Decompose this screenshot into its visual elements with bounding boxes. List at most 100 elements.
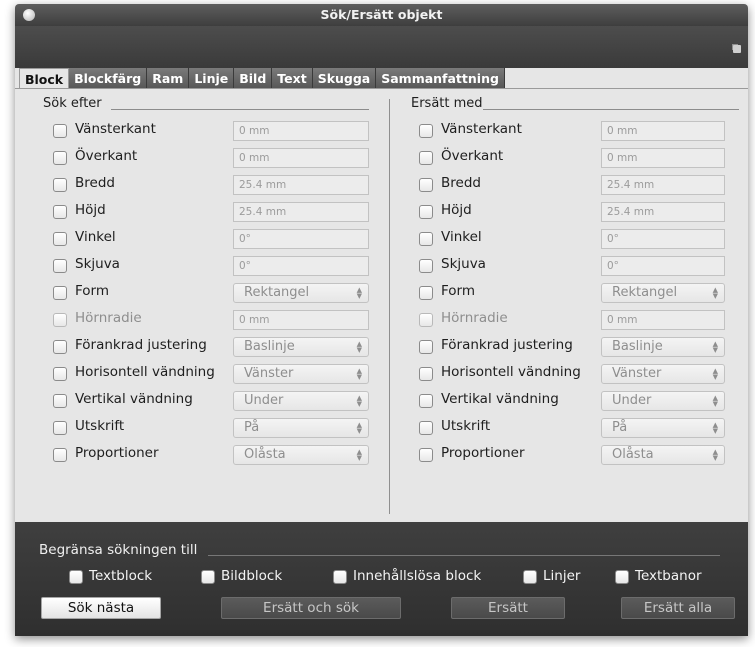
row-label: Vänsterkant xyxy=(441,121,522,137)
replace-field-skjuva[interactable]: 0° xyxy=(601,256,725,276)
tab-bild[interactable]: Bild xyxy=(234,68,273,89)
search-select-form[interactable]: Rektangel ▲ ▼ xyxy=(233,283,369,303)
row-label: Utskrift xyxy=(441,418,491,434)
replace-select-utskrift[interactable]: På ▲ ▼ xyxy=(601,418,725,438)
search-select-forankrad-justering[interactable]: Baslinje ▲ ▼ xyxy=(233,337,369,357)
select-value: Olåsta xyxy=(612,447,654,462)
tab-skugga[interactable]: Skugga xyxy=(312,68,377,89)
replace-checkbox-utskrift[interactable] xyxy=(419,421,433,435)
row-label: Överkant xyxy=(441,148,504,164)
search-checkbox-forankrad-justering[interactable] xyxy=(53,340,67,354)
select-value: Vänster xyxy=(612,366,662,381)
replace-checkbox-vinkel[interactable] xyxy=(419,232,433,246)
search-checkbox-utskrift[interactable] xyxy=(53,421,67,435)
tab-linje[interactable]: Linje xyxy=(189,68,235,89)
replace-field-vansterkant[interactable]: 0 mm xyxy=(601,121,725,141)
row-label: Proportioner xyxy=(75,445,159,461)
search-field-vansterkant[interactable]: 0 mm xyxy=(233,121,369,141)
replace-select-vertikal-vandning[interactable]: Under ▲ ▼ xyxy=(601,391,725,411)
replace-select-horisontell-vandning[interactable]: Vänster ▲ ▼ xyxy=(601,364,725,384)
replace-field-vinkel[interactable]: 0° xyxy=(601,229,725,249)
search-checkbox-bredd[interactable] xyxy=(53,178,67,192)
select-value: Baslinje xyxy=(244,339,295,354)
search-field-bredd[interactable]: 25.4 mm xyxy=(233,175,369,195)
replace-select-proportioner[interactable]: Olåsta ▲ ▼ xyxy=(601,445,725,465)
replace-checkbox-vansterkant[interactable] xyxy=(419,124,433,138)
replace-field-hojd[interactable]: 25.4 mm xyxy=(601,202,725,222)
replace-group-title: Ersätt med xyxy=(411,96,483,111)
limit-checkbox-innehallslosa-block[interactable] xyxy=(333,570,347,584)
search-checkbox-skjuva[interactable] xyxy=(53,259,67,273)
select-value: På xyxy=(244,420,260,435)
search-field-skjuva[interactable]: 0° xyxy=(233,256,369,276)
replace-select-form[interactable]: Rektangel ▲ ▼ xyxy=(601,283,725,303)
tab-text[interactable]: Text xyxy=(272,68,313,89)
row-label: Vinkel xyxy=(75,229,116,245)
select-value: Rektangel xyxy=(612,285,678,300)
tab-bar: Block Blockfärg Ram Linje Bild Text Skug… xyxy=(19,68,505,89)
tab-sammanfattning[interactable]: Sammanfattning xyxy=(376,68,505,89)
search-field-overkant[interactable]: 0 mm xyxy=(233,148,369,168)
replace-checkbox-overkant[interactable] xyxy=(419,151,433,165)
row-label: Höjd xyxy=(75,202,106,218)
replace-field-bredd[interactable]: 25.4 mm xyxy=(601,175,725,195)
replace-select-forankrad-justering[interactable]: Baslinje ▲ ▼ xyxy=(601,337,725,357)
limit-checkbox-bildblock[interactable] xyxy=(201,570,215,584)
row-label: Höjd xyxy=(441,202,472,218)
tab-ram[interactable]: Ram xyxy=(147,68,190,89)
replace-checkbox-proportioner[interactable] xyxy=(419,448,433,462)
limit-checkbox-linjer[interactable] xyxy=(523,570,537,584)
replace-checkbox-hojd[interactable] xyxy=(419,205,433,219)
replace-and-find-button[interactable]: Ersätt och sök xyxy=(221,597,401,619)
tab-block[interactable]: Block xyxy=(19,68,70,89)
limit-checkbox-textbanor[interactable] xyxy=(615,570,629,584)
tab-blockfarg[interactable]: Blockfärg xyxy=(69,68,148,89)
replace-checkbox-hornradie xyxy=(419,313,433,327)
limit-label: Textblock xyxy=(89,568,153,584)
search-checkbox-hornradie xyxy=(53,313,67,327)
limit-checkbox-textblock[interactable] xyxy=(69,570,83,584)
search-checkbox-vinkel[interactable] xyxy=(53,232,67,246)
limit-label: Innehållslösa block xyxy=(353,568,482,584)
replace-checkbox-horisontell-vandning[interactable] xyxy=(419,367,433,381)
replace-all-button[interactable]: Ersätt alla xyxy=(621,597,735,619)
replace-checkbox-vertikal-vandning[interactable] xyxy=(419,394,433,408)
search-checkbox-proportioner[interactable] xyxy=(53,448,67,462)
replace-checkbox-bredd[interactable] xyxy=(419,178,433,192)
search-select-horisontell-vandning[interactable]: Vänster ▲ ▼ xyxy=(233,364,369,384)
search-checkbox-overkant[interactable] xyxy=(53,151,67,165)
replace-checkbox-forankrad-justering[interactable] xyxy=(419,340,433,354)
select-value: Baslinje xyxy=(612,339,663,354)
search-select-utskrift[interactable]: På ▲ ▼ xyxy=(233,418,369,438)
replace-button[interactable]: Ersätt xyxy=(451,597,565,619)
search-field-vinkel[interactable]: 0° xyxy=(233,229,369,249)
select-arrows-icon: ▲ ▼ xyxy=(356,448,362,462)
search-checkbox-horisontell-vandning[interactable] xyxy=(53,367,67,381)
select-arrows-icon: ▲ ▼ xyxy=(356,421,362,435)
row-label: Vertikal vändning xyxy=(441,391,559,407)
row-label: Förankrad justering xyxy=(75,337,207,353)
select-value: På xyxy=(612,420,628,435)
select-arrows-icon: ▲ ▼ xyxy=(356,394,362,408)
row-label: Vertikal vändning xyxy=(75,391,193,407)
replace-checkbox-form[interactable] xyxy=(419,286,433,300)
palette-menu-icon[interactable] xyxy=(733,45,741,53)
row-label: Bredd xyxy=(441,175,481,191)
search-select-vertikal-vandning[interactable]: Under ▲ ▼ xyxy=(233,391,369,411)
select-arrows-icon: ▲ ▼ xyxy=(712,340,718,354)
search-checkbox-form[interactable] xyxy=(53,286,67,300)
select-arrows-icon: ▲ ▼ xyxy=(712,367,718,381)
search-checkbox-vansterkant[interactable] xyxy=(53,124,67,138)
limit-title: Begränsa sökningen till xyxy=(39,542,198,558)
panel-divider xyxy=(389,99,390,514)
close-window-button[interactable] xyxy=(23,9,35,21)
search-field-hojd[interactable]: 25.4 mm xyxy=(233,202,369,222)
replace-checkbox-skjuva[interactable] xyxy=(419,259,433,273)
search-select-proportioner[interactable]: Olåsta ▲ ▼ xyxy=(233,445,369,465)
find-next-button[interactable]: Sök nästa xyxy=(41,597,161,619)
row-label: Hörnradie xyxy=(441,310,508,326)
search-checkbox-vertikal-vandning[interactable] xyxy=(53,394,67,408)
group-divider xyxy=(483,109,739,110)
replace-field-overkant[interactable]: 0 mm xyxy=(601,148,725,168)
search-checkbox-hojd[interactable] xyxy=(53,205,67,219)
